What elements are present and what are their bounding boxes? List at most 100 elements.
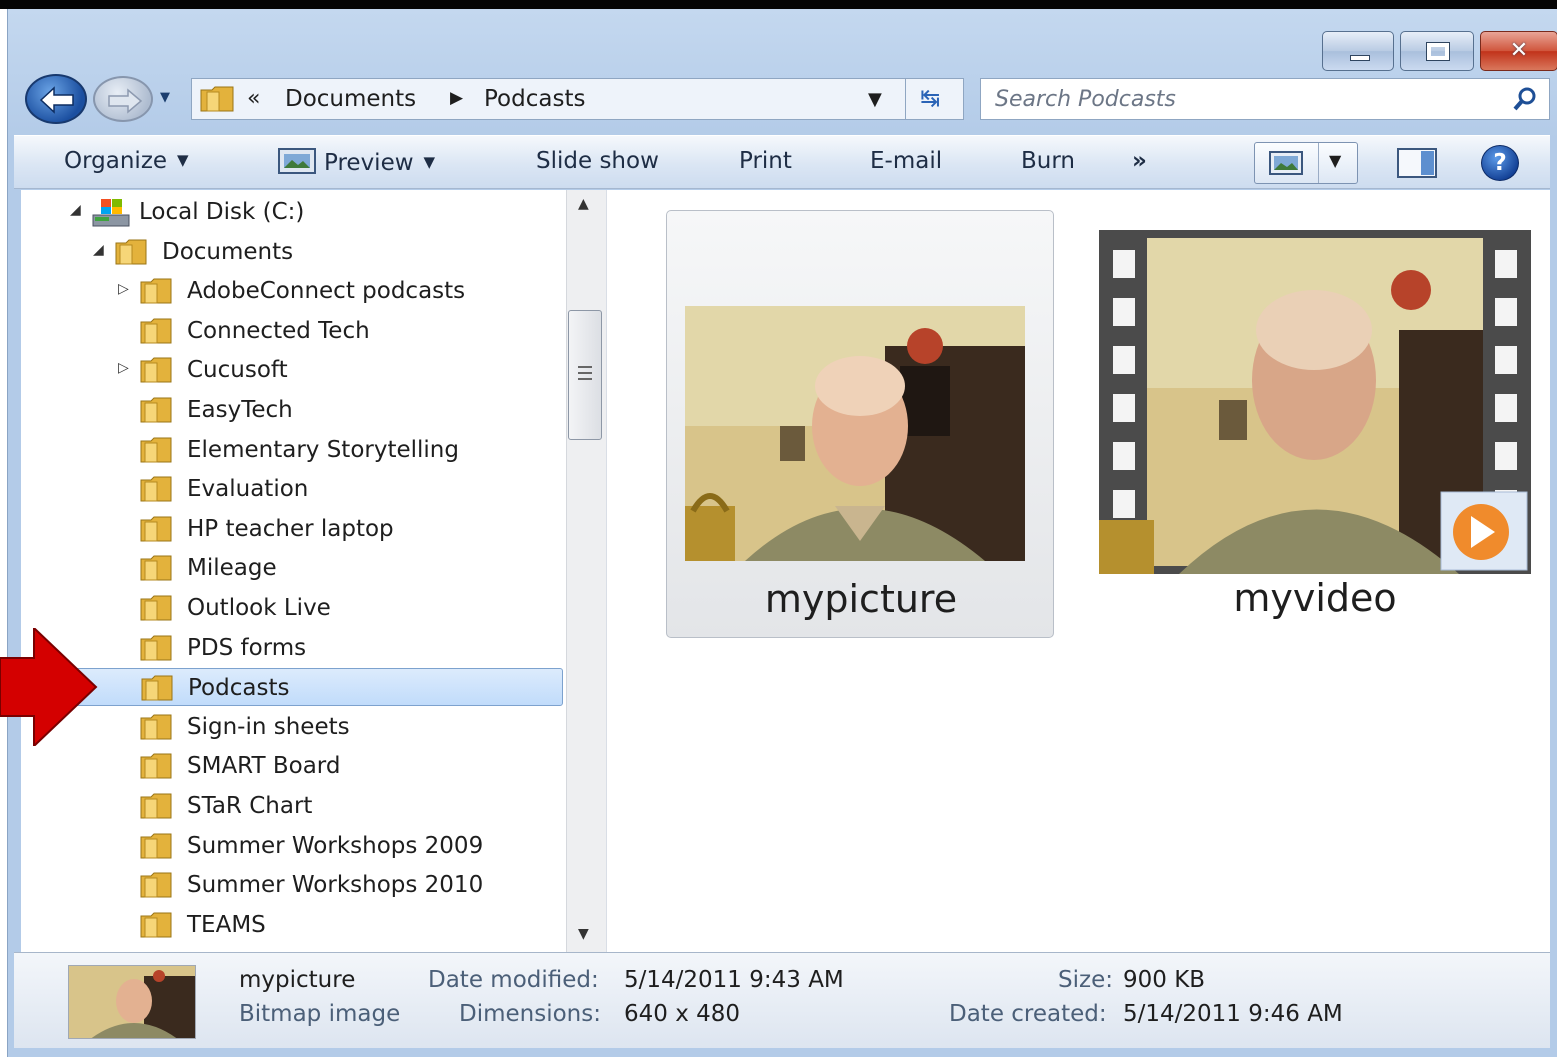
preview-pane-icon[interactable] — [1397, 148, 1437, 182]
tree-item-documents[interactable]: ◢ Documents — [21, 233, 563, 271]
breadcrumb-separator-icon[interactable]: ▶ — [450, 88, 463, 108]
search-icon[interactable] — [1511, 85, 1539, 117]
refresh-icon[interactable]: ↹ — [920, 84, 940, 112]
back-button[interactable] — [25, 74, 87, 124]
view-icon — [1269, 151, 1303, 175]
tree-item-local-disk-c[interactable]: ◢ Local Disk (C:) — [21, 193, 563, 231]
folder-icon — [139, 395, 173, 431]
tree-item-label: SMART Board — [187, 753, 341, 780]
scroll-thumb[interactable] — [568, 310, 602, 440]
more-commands-button[interactable]: » — [1132, 148, 1147, 174]
print-button[interactable]: Print — [739, 148, 792, 174]
myvideo-thumbnail — [1099, 230, 1531, 574]
slideshow-button[interactable]: Slide show — [536, 148, 659, 174]
address-overflow-chevron[interactable]: « — [247, 86, 260, 111]
address-bar[interactable]: « Documents ▶ Podcasts ▼ ↹ — [191, 78, 964, 120]
drive-icon — [91, 197, 131, 235]
folder-icon — [139, 712, 173, 748]
address-history-dropdown-icon[interactable]: ▼ — [868, 89, 882, 110]
help-icon[interactable]: ? — [1481, 145, 1519, 181]
tree-item-label: Cucusoft — [187, 357, 288, 384]
breadcrumb-documents[interactable]: Documents — [285, 86, 416, 112]
tree-item-hp-teacher-laptop[interactable]: HP teacher laptop — [21, 510, 563, 548]
recent-pages-dropdown[interactable]: ▼ — [160, 90, 180, 106]
date-modified-label: Date modified: — [428, 967, 599, 993]
search-input[interactable] — [995, 85, 1495, 113]
tree-item-label: Evaluation — [187, 476, 309, 503]
folder-icon — [139, 474, 173, 510]
preview-button[interactable]: Preview ▼ — [278, 148, 435, 180]
tree-item-teams[interactable]: TEAMS — [21, 906, 563, 944]
expand-arrow-icon[interactable]: ▷ — [118, 360, 129, 376]
tree-item-label: Documents — [162, 238, 294, 265]
size-value: 900 KB — [1123, 967, 1206, 993]
folder-icon — [114, 237, 148, 273]
back-arrow-icon — [39, 86, 74, 114]
email-button[interactable]: E-mail — [870, 148, 942, 174]
maximize-button[interactable] — [1400, 31, 1474, 71]
tree-item-elementary-storytelling[interactable]: Elementary Storytelling — [21, 431, 563, 469]
navigation-pane: ◢ Local Disk (C:) ◢ Documents ▷ AdobeConnect … — [21, 190, 566, 952]
scroll-up-icon[interactable]: ▲ — [578, 196, 589, 212]
tree-item-podcasts[interactable]: Podcasts — [21, 668, 563, 709]
expand-arrow-icon[interactable]: ▷ — [118, 281, 129, 297]
chevron-down-icon[interactable]: ▼ — [1329, 151, 1341, 170]
folder-icon — [139, 435, 173, 471]
tree-item-adobeconnect-podcasts[interactable]: ▷ AdobeConnect podcasts — [21, 272, 563, 310]
tree-item-label: Summer Workshops 2010 — [187, 872, 484, 899]
change-view-button[interactable]: ▼ — [1254, 142, 1358, 184]
close-icon: ✕ — [1509, 38, 1529, 63]
tree-item-connected-tech[interactable]: Connected Tech — [21, 312, 563, 350]
tree-item-sign-in-sheets[interactable]: Sign-in sheets — [21, 708, 563, 746]
folder-icon — [139, 276, 173, 312]
organize-button[interactable]: Organize ▼ — [64, 148, 189, 174]
tree-item-easytech[interactable]: EasyTech — [21, 391, 563, 429]
file-tile-myvideo[interactable]: myvideo — [1099, 230, 1531, 630]
maximize-icon — [1426, 42, 1450, 61]
scroll-down-icon[interactable]: ▼ — [578, 926, 589, 942]
preview-label: Preview — [324, 150, 414, 176]
tree-item-label: Sign-in sheets — [187, 713, 350, 740]
folder-icon — [139, 910, 173, 946]
tree-item-evaluation[interactable]: Evaluation — [21, 470, 563, 508]
address-divider — [905, 79, 906, 119]
folder-icon — [140, 673, 174, 709]
tree-item-pds-forms[interactable]: PDS forms — [21, 629, 563, 667]
forward-button[interactable] — [93, 76, 153, 122]
folder-icon — [139, 751, 173, 787]
tree-item-label: Podcasts — [188, 675, 290, 702]
date-modified-value: 5/14/2011 9:43 AM — [624, 967, 844, 993]
tree-item-label: HP teacher laptop — [187, 515, 394, 542]
tree-item-star-chart[interactable]: STaR Chart — [21, 787, 563, 825]
tree-item-outlook-live[interactable]: Outlook Live — [21, 589, 563, 627]
tree-item-smart-board[interactable]: SMART Board — [21, 747, 563, 785]
size-label: Size: — [1058, 967, 1113, 993]
dimensions-label: Dimensions: — [459, 1001, 601, 1027]
tree-item-label: Local Disk (C:) — [139, 199, 305, 225]
tree-item-mileage[interactable]: Mileage — [21, 549, 563, 587]
search-box[interactable] — [980, 78, 1550, 120]
tree-item-summer-workshops-2010[interactable]: Summer Workshops 2010 — [21, 866, 563, 904]
image-preview-icon — [278, 148, 316, 180]
tree-item-summer-workshops-2009[interactable]: Summer Workshops 2009 — [21, 827, 563, 865]
file-tile-mypicture[interactable]: mypicture — [666, 210, 1054, 638]
folder-icon — [139, 633, 173, 669]
minimize-button[interactable] — [1322, 31, 1394, 71]
details-thumbnail — [68, 965, 196, 1039]
details-file-type: Bitmap image — [239, 1001, 401, 1027]
tree-item-label: Mileage — [187, 555, 277, 582]
tree-item-cucusoft[interactable]: ▷ Cucusoft — [21, 351, 563, 389]
screen-top-bar — [0, 0, 1557, 9]
burn-button[interactable]: Burn — [1021, 148, 1075, 174]
tree-item-label: Summer Workshops 2009 — [187, 832, 484, 859]
view-button-divider — [1318, 143, 1319, 183]
close-button[interactable]: ✕ — [1480, 31, 1557, 71]
breadcrumb-podcasts[interactable]: Podcasts — [484, 86, 585, 112]
nav-scrollbar[interactable]: ▲ ▼ — [566, 190, 606, 952]
collapse-arrow-icon[interactable]: ◢ — [93, 242, 104, 258]
chevron-down-icon: ▼ — [177, 151, 189, 169]
tree-item-label: Elementary Storytelling — [187, 436, 459, 463]
tree-item-label: STaR Chart — [187, 793, 313, 819]
collapse-arrow-icon[interactable]: ◢ — [70, 202, 81, 218]
file-name: mypicture — [764, 577, 958, 621]
